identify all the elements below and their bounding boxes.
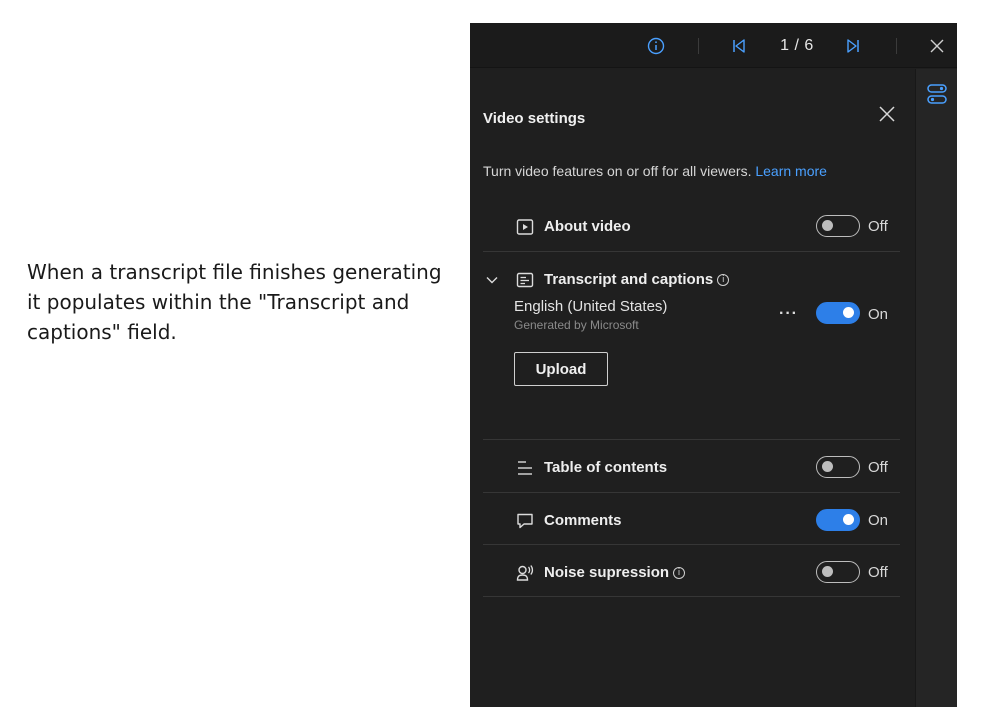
- first-item-button[interactable]: [726, 23, 752, 68]
- info-icon[interactable]: i: [717, 274, 730, 286]
- settings-rail-button[interactable]: [926, 82, 948, 111]
- toolbar-divider: [895, 23, 897, 68]
- toggle-state: On: [868, 306, 889, 323]
- pane-title: Video settings: [483, 110, 586, 127]
- learn-more-link[interactable]: Learn more: [755, 163, 827, 179]
- person-voice-icon: [515, 563, 535, 583]
- divider: [483, 544, 900, 545]
- toggle-state: On: [868, 512, 889, 529]
- upload-button[interactable]: Upload: [514, 352, 608, 386]
- comment-icon: [515, 511, 535, 531]
- side-rail: [915, 69, 957, 707]
- skip-first-icon: [733, 38, 745, 53]
- table-of-contents-toggle[interactable]: [816, 456, 860, 478]
- about-video-toggle[interactable]: [816, 215, 860, 237]
- toolbar-divider: [697, 23, 699, 68]
- noise-label: Noise supression: [544, 564, 670, 581]
- close-viewer-button[interactable]: [925, 23, 949, 68]
- toggles-icon: [927, 84, 947, 104]
- setting-label: Table of contents: [544, 459, 668, 476]
- video-panel: 1 / 6 Video settings Turn video features…: [470, 23, 957, 707]
- last-item-button[interactable]: [840, 23, 866, 68]
- divider: [483, 439, 900, 440]
- setting-label: About video: [544, 218, 631, 235]
- pane-description: Turn video features on or off for all vi…: [483, 163, 827, 179]
- noise-suppression-toggle[interactable]: [816, 561, 860, 583]
- comments-toggle[interactable]: [816, 509, 860, 531]
- close-icon: [879, 106, 895, 122]
- transcript-label: Transcript and captions: [544, 271, 714, 288]
- divider: [483, 251, 900, 252]
- transcript-language-toggle[interactable]: [816, 302, 860, 324]
- list-lines-icon: [515, 458, 535, 478]
- description-text: Turn video features on or off for all vi…: [483, 163, 752, 179]
- play-box-icon: [515, 217, 535, 237]
- viewer-toolbar: 1 / 6: [470, 23, 957, 68]
- annotation-caption: When a transcript file finishes generati…: [27, 260, 442, 344]
- toggle-state: Off: [868, 459, 888, 476]
- info-button[interactable]: [642, 23, 670, 68]
- info-icon: [647, 37, 665, 54]
- toggle-state: Off: [868, 564, 888, 581]
- video-settings-pane: Video settings Turn video features on or…: [470, 69, 915, 707]
- caption-language: English (United States): [514, 298, 668, 315]
- close-icon: [930, 39, 944, 52]
- setting-label: Noise supression i: [544, 564, 686, 581]
- caption-source: Generated by Microsoft: [514, 318, 639, 332]
- close-settings-button[interactable]: [878, 105, 902, 129]
- chevron-down-icon[interactable]: [485, 273, 499, 292]
- setting-label: Transcript and captions i: [544, 271, 730, 288]
- setting-label: Comments: [544, 512, 622, 529]
- info-icon[interactable]: i: [673, 567, 686, 579]
- divider: [483, 492, 900, 493]
- transcript-icon: [515, 270, 535, 290]
- divider: [483, 596, 900, 597]
- toggle-state: Off: [868, 218, 888, 235]
- skip-last-icon: [847, 38, 859, 53]
- more-options-button[interactable]: ···: [779, 305, 798, 323]
- page-counter: 1 / 6: [780, 36, 814, 54]
